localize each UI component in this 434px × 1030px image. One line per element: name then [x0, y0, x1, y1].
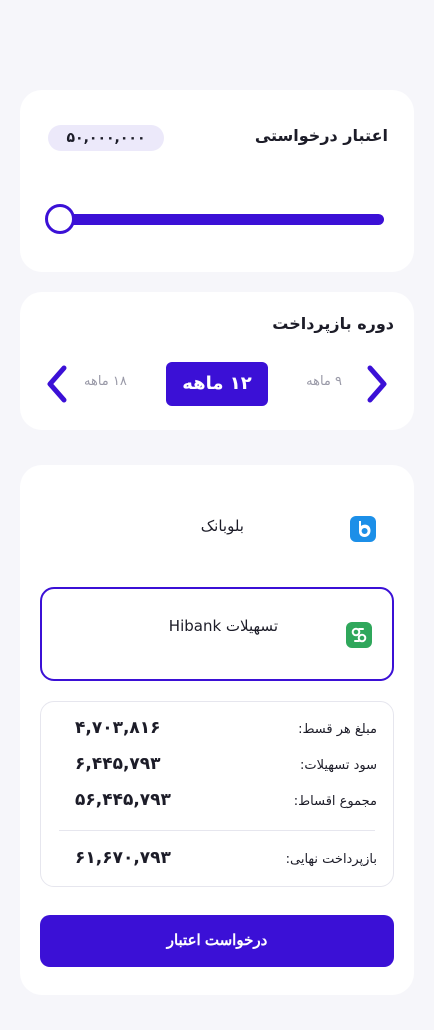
interest-value: ۶,۴۴۵,۷۹۳	[75, 754, 161, 774]
request-credit-button[interactable]: درخواست اعتبار	[40, 915, 394, 967]
repayment-period-card: دوره بازپرداخت ۱۸ ماهه ۱۲ ماهه ۹ ماهه	[20, 292, 414, 430]
final-repayment-value: ۶۱,۶۷۰,۷۹۳	[75, 848, 171, 868]
period-prev-button[interactable]	[44, 364, 70, 404]
provider-option-blubank[interactable]: بلوبانک	[40, 485, 394, 579]
period-option-selected[interactable]: ۱۲ ماهه	[166, 362, 268, 406]
period-next-button[interactable]	[364, 364, 390, 404]
summary-row-final: بازپرداخت نهایی: ۶۱,۶۷۰,۷۹۳	[41, 848, 393, 876]
period-title: دوره بازپرداخت	[272, 314, 394, 333]
summary-row-installment: مبلغ هر قسط: ۴,۷۰۳,۸۱۶	[41, 718, 393, 746]
period-option-9[interactable]: ۹ ماهه	[306, 374, 342, 389]
summary-divider	[59, 830, 375, 831]
installment-summary: مبلغ هر قسط: ۴,۷۰۳,۸۱۶ سود تسهیلات: ۶,۴۴…	[40, 701, 394, 887]
credit-slider-thumb[interactable]	[45, 204, 75, 234]
credit-slider-track[interactable]	[60, 214, 384, 225]
total-installments-value: ۵۶,۴۴۵,۷۹۳	[75, 790, 171, 810]
provider-option-hibank[interactable]: تسهیلات Hibank	[40, 587, 394, 681]
installment-label: مبلغ هر قسط:	[298, 722, 377, 737]
total-installments-label: مجموع اقساط:	[293, 794, 377, 809]
chevron-right-icon	[367, 365, 387, 403]
blubank-logo-icon	[350, 516, 376, 542]
credit-title: اعتبار درخواستی	[254, 126, 388, 145]
installment-value: ۴,۷۰۳,۸۱۶	[75, 718, 161, 738]
credit-amount-badge: ۵۰,۰۰۰,۰۰۰	[48, 125, 164, 151]
provider-label: بلوبانک	[200, 517, 244, 535]
summary-row-interest: سود تسهیلات: ۶,۴۴۵,۷۹۳	[41, 754, 393, 782]
interest-label: سود تسهیلات:	[299, 758, 377, 773]
summary-row-total: مجموع اقساط: ۵۶,۴۴۵,۷۹۳	[41, 790, 393, 818]
period-option-18[interactable]: ۱۸ ماهه	[84, 374, 127, 389]
provider-label: تسهیلات Hibank	[168, 617, 278, 635]
chevron-left-icon	[47, 365, 67, 403]
credit-amount-card: اعتبار درخواستی ۵۰,۰۰۰,۰۰۰	[20, 90, 414, 272]
hibank-logo-icon	[346, 622, 372, 648]
final-repayment-label: بازپرداخت نهایی:	[285, 852, 377, 867]
provider-card: بلوبانک تسهیلات Hibank مبلغ هر قسط: ۴,۷۰…	[20, 465, 414, 995]
